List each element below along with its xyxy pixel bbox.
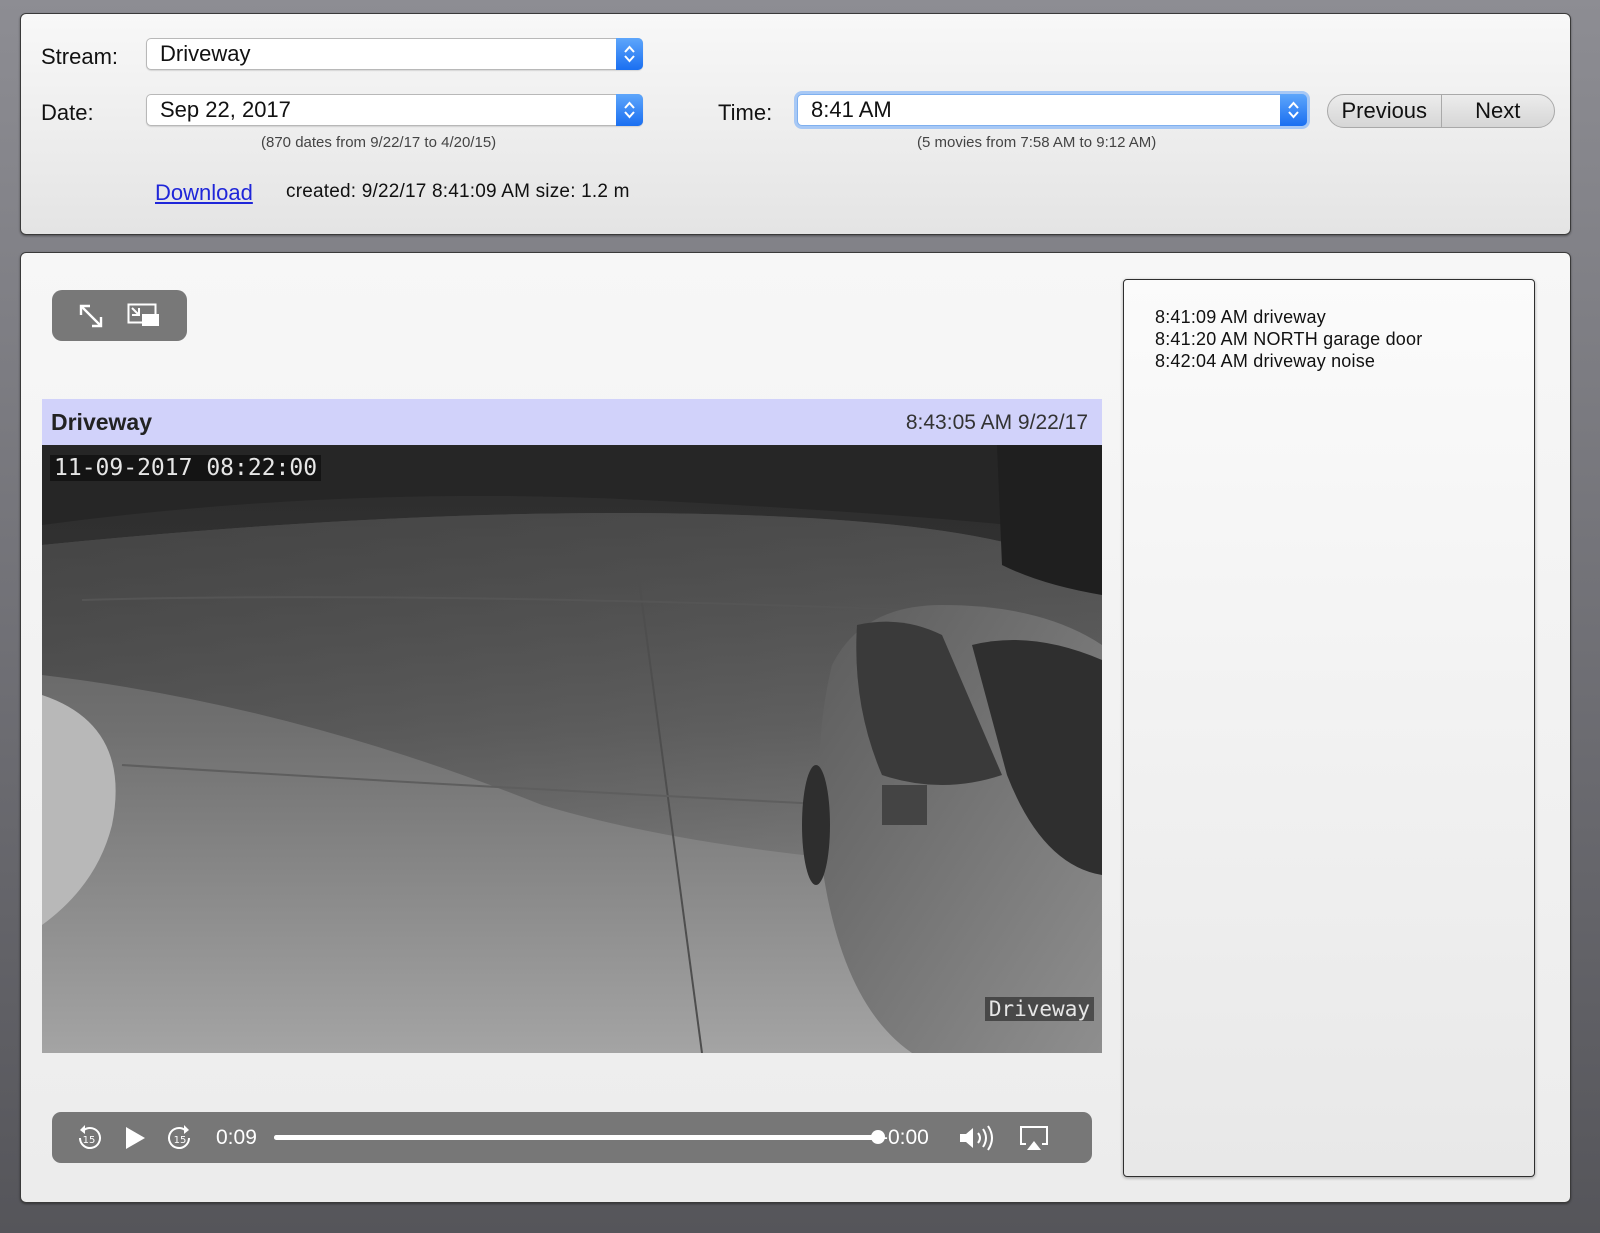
view-controls bbox=[52, 290, 187, 341]
time-select-value: 8:41 AM bbox=[811, 97, 892, 122]
video-frame[interactable]: 11-09-2017 08:22:00 Driveway bbox=[42, 445, 1102, 1053]
controls-panel: Stream: Driveway Date: Sep 22, 2017 (870… bbox=[20, 13, 1571, 235]
date-select[interactable]: Sep 22, 2017 bbox=[146, 94, 643, 126]
previous-button[interactable]: Previous bbox=[1328, 95, 1442, 127]
event-item[interactable]: 8:42:04 AM driveway noise bbox=[1155, 350, 1534, 372]
date-select-value: Sep 22, 2017 bbox=[160, 97, 291, 122]
prev-next-segmented-control: Previous Next bbox=[1327, 94, 1555, 128]
video-panel: Driveway 8:43:05 AM 9/22/17 11-09-2017 0… bbox=[20, 252, 1571, 1203]
event-item[interactable]: 8:41:20 AM NORTH garage door bbox=[1155, 328, 1534, 350]
volume-icon[interactable] bbox=[958, 1124, 996, 1157]
event-list: 8:41:09 AM driveway 8:41:20 AM NORTH gara… bbox=[1124, 280, 1534, 372]
play-icon[interactable] bbox=[124, 1126, 146, 1155]
scrubber-track[interactable] bbox=[274, 1135, 878, 1140]
event-item[interactable]: 8:41:09 AM driveway bbox=[1155, 306, 1534, 328]
time-select-stepper-icon bbox=[1280, 94, 1307, 126]
stream-select-value: Driveway bbox=[160, 41, 251, 66]
date-select-stepper-icon bbox=[616, 94, 643, 126]
time-label: Time: bbox=[718, 100, 773, 125]
download-link[interactable]: Download bbox=[155, 180, 253, 206]
camera-image bbox=[42, 445, 1102, 1053]
date-label: Date: bbox=[41, 100, 94, 125]
file-info: created: 9/22/17 8:41:09 AM size: 1.2 m bbox=[286, 181, 630, 202]
svg-text:15: 15 bbox=[174, 1135, 187, 1146]
rewind-15-icon[interactable]: 15 bbox=[75, 1124, 103, 1157]
stream-select[interactable]: Driveway bbox=[146, 38, 643, 70]
stream-label: Stream: bbox=[41, 44, 119, 69]
airplay-icon[interactable] bbox=[1019, 1124, 1049, 1157]
scrubber-progress bbox=[274, 1135, 878, 1140]
next-button[interactable]: Next bbox=[1442, 95, 1555, 127]
camera-datetime-overlay: 11-09-2017 08:22:00 bbox=[50, 455, 322, 481]
video-timestamp: 8:43:05 AM 9/22/17 bbox=[905, 411, 1088, 434]
stream-select-stepper-icon bbox=[616, 38, 643, 70]
time-hint: (5 movies from 7:58 AM to 9:12 AM) bbox=[917, 134, 1157, 151]
picture-in-picture-icon[interactable] bbox=[127, 303, 161, 334]
event-log: 8:41:09 AM driveway 8:41:20 AM NORTH gara… bbox=[1123, 279, 1535, 1177]
camera-name-overlay: Driveway bbox=[984, 997, 1094, 1021]
forward-15-icon[interactable]: 15 bbox=[166, 1124, 194, 1157]
time-select[interactable]: 8:41 AM bbox=[797, 94, 1307, 126]
date-hint: (870 dates from 9/22/17 to 4/20/15) bbox=[261, 134, 497, 151]
fullscreen-icon[interactable] bbox=[77, 302, 105, 335]
remaining-time: -0:00 bbox=[881, 1126, 929, 1149]
player-controls: 15 15 0:09 -0:00 bbox=[52, 1112, 1092, 1163]
svg-text:15: 15 bbox=[83, 1135, 96, 1146]
video-header: Driveway 8:43:05 AM 9/22/17 bbox=[42, 399, 1102, 445]
current-time: 0:09 bbox=[216, 1126, 257, 1149]
video-title: Driveway bbox=[51, 409, 153, 435]
